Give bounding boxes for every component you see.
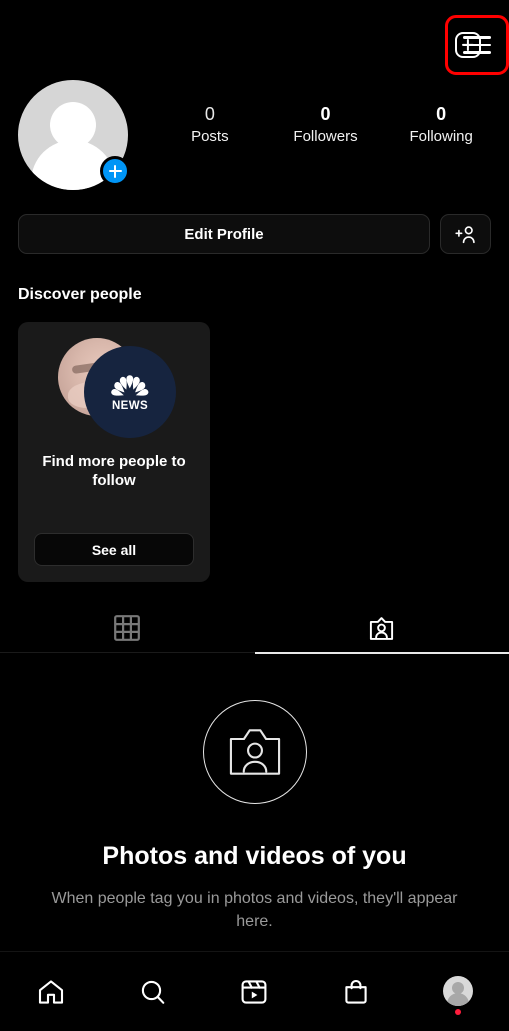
tab-grid[interactable] <box>0 600 255 656</box>
nbc-peacock-icon: NEWS <box>111 375 149 411</box>
see-all-button[interactable]: See all <box>34 533 194 566</box>
empty-state: Photos and videos of you When people tag… <box>0 700 509 933</box>
stat-following-label: Following <box>409 128 473 145</box>
stat-following[interactable]: 0 Following <box>383 102 499 148</box>
search-icon <box>141 980 165 1004</box>
shop-icon <box>345 979 367 1004</box>
empty-state-icon-circle <box>202 700 307 804</box>
home-icon <box>38 979 63 1004</box>
discover-people-card[interactable]: NEWS Find more people to follow See all <box>18 322 210 582</box>
stat-posts-label: Posts <box>191 128 229 145</box>
profile-actions: Edit Profile <box>18 214 491 254</box>
profile-avatar-icon <box>443 975 474 1006</box>
nav-profile[interactable] <box>407 952 509 1031</box>
stat-posts[interactable]: 0 Posts <box>152 102 268 148</box>
stat-posts-count: 0 <box>204 104 215 124</box>
app-header <box>0 0 509 90</box>
menu-button[interactable] <box>445 15 509 75</box>
nav-search[interactable] <box>102 952 204 1031</box>
tab-divider <box>0 652 255 653</box>
add-story-badge-icon[interactable] <box>100 156 130 186</box>
reels-icon <box>242 979 267 1004</box>
card-avatar-group: NEWS <box>54 336 176 444</box>
stat-following-count: 0 <box>436 104 447 124</box>
tab-tagged[interactable] <box>255 600 509 656</box>
grid-icon <box>114 615 141 641</box>
edit-profile-button[interactable]: Edit Profile <box>18 214 430 254</box>
profile-avatar[interactable] <box>18 80 130 190</box>
bottom-navigation <box>0 951 509 1031</box>
add-person-icon <box>454 226 475 244</box>
empty-state-title: Photos and videos of you <box>102 842 407 870</box>
notification-dot <box>455 1009 462 1015</box>
tagged-icon <box>370 616 394 640</box>
active-tab-underline <box>255 652 509 654</box>
nav-avatar-body <box>447 992 470 1006</box>
hamburger-icon <box>463 36 491 54</box>
empty-state-subtitle: When people tag you in photos and videos… <box>51 890 458 930</box>
nbc-news-avatar: NEWS <box>84 346 176 438</box>
stat-followers-count: 0 <box>320 104 331 124</box>
profile-tabs <box>0 600 509 656</box>
nav-shop[interactable] <box>305 952 407 1031</box>
profile-username <box>18 34 218 52</box>
discover-people-heading: Discover people <box>18 286 142 303</box>
instagram-profile-screen: 0 Posts 0 Followers 0 Following Edit Pro… <box>0 0 509 1031</box>
stat-followers[interactable]: 0 Followers <box>268 102 384 148</box>
stat-followers-label: Followers <box>293 128 358 145</box>
svg-text:NEWS: NEWS <box>112 400 148 411</box>
discover-card-caption: Find more people to follow <box>42 453 186 489</box>
discover-people-button[interactable] <box>440 214 491 254</box>
nav-home[interactable] <box>0 952 102 1031</box>
profile-stats: 0 Posts 0 Followers 0 Following <box>152 102 509 148</box>
nav-reels[interactable] <box>204 952 306 1031</box>
profile-summary: 0 Posts 0 Followers 0 Following <box>0 80 509 190</box>
tagged-photos-icon <box>229 729 280 775</box>
